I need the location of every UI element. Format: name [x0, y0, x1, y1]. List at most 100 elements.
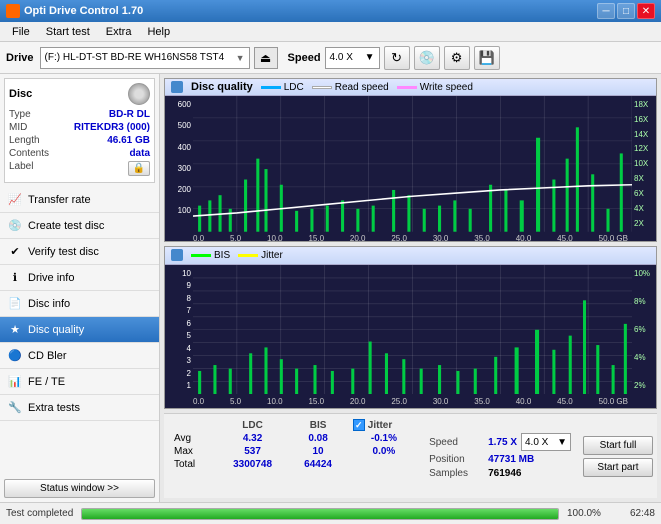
disc-label-row: Label 🔒: [9, 161, 150, 176]
chart2-inner: 10 9 8 7 6 5 4 3 2 1: [165, 265, 656, 395]
drive-label: Drive: [6, 52, 34, 64]
disc-lock-button[interactable]: 🔒: [128, 161, 150, 176]
avg-bis: 0.08: [289, 432, 346, 445]
status-percent: 100.0%: [567, 508, 607, 519]
chart-header-quality: Disc quality LDC Read speed Write speed: [165, 79, 656, 96]
stats-row-avg: Avg 4.32 0.08 -0.1%: [168, 432, 421, 445]
menu-file[interactable]: File: [4, 24, 38, 40]
jitter-checkbox[interactable]: ✓: [353, 419, 365, 431]
content-area: Disc quality LDC Read speed Write speed: [160, 74, 661, 502]
disc-label-label: Label: [9, 161, 33, 176]
chart1-body: 600 500 400 300 200 100: [165, 96, 656, 242]
legend-ldc-label: LDC: [284, 82, 304, 93]
position-val: 47731 MB: [488, 454, 534, 465]
disc-button[interactable]: 💿: [414, 46, 440, 70]
legend-write-label: Write speed: [420, 82, 473, 93]
chart1-svg: [193, 96, 632, 232]
max-bis: 10: [289, 445, 346, 458]
disc-contents-value: data: [129, 148, 150, 159]
chart1-y-axis-left: 600 500 400 300 200 100: [165, 96, 193, 232]
sidebar-item-cd-bler[interactable]: 🔵 CD Bler: [0, 343, 159, 369]
position-row: Position 47731 MB: [429, 454, 571, 465]
status-bar: Test completed 100.0% 62:48: [0, 502, 661, 524]
max-ldc: 537: [216, 445, 290, 458]
max-label: Max: [168, 445, 216, 458]
sidebar-item-label: Transfer rate: [28, 194, 91, 206]
chart-header-bis: BIS Jitter: [165, 247, 656, 265]
drive-select-arrow-icon: ▼: [236, 53, 245, 63]
transfer-rate-icon: 📈: [8, 193, 22, 207]
stats-table: LDC BIS ✓ Jitter Avg: [168, 418, 421, 494]
sidebar-item-transfer-rate[interactable]: 📈 Transfer rate: [0, 187, 159, 213]
legend-write-color: [397, 86, 417, 89]
legend-read-color: [312, 86, 332, 89]
fe-te-icon: 📊: [8, 375, 22, 389]
speed-val: 1.75 X: [488, 437, 517, 448]
settings-button[interactable]: ⚙: [444, 46, 470, 70]
toolbar: Drive (F:) HL-DT-ST BD-RE WH16NS58 TST4 …: [0, 42, 661, 74]
samples-val: 761946: [488, 468, 521, 479]
legend-read-label: Read speed: [335, 82, 389, 93]
verify-test-disc-icon: ✔: [8, 245, 22, 259]
sidebar-item-disc-info[interactable]: 📄 Disc info: [0, 291, 159, 317]
sidebar-item-drive-info[interactable]: ℹ Drive info: [0, 265, 159, 291]
status-window-button[interactable]: Status window >>: [4, 479, 155, 498]
avg-label: Avg: [168, 432, 216, 445]
drive-select[interactable]: (F:) HL-DT-ST BD-RE WH16NS58 TST4 ▼: [40, 47, 250, 69]
sidebar-item-label: Extra tests: [28, 402, 80, 414]
maximize-button[interactable]: □: [617, 3, 635, 19]
col-header-bis: BIS: [289, 418, 346, 432]
start-part-button[interactable]: Start part: [583, 458, 653, 477]
disc-contents-label: Contents: [9, 148, 49, 159]
legend-ldc-color: [261, 86, 281, 89]
menu-help[interactable]: Help: [139, 24, 178, 40]
main-area: Disc Type BD-R DL MID RITEKDR3 (000) Len…: [0, 74, 661, 502]
sidebar-item-create-test-disc[interactable]: 💿 Create test disc: [0, 213, 159, 239]
stats-row-max: Max 537 10 0.0%: [168, 445, 421, 458]
start-full-button[interactable]: Start full: [583, 436, 653, 455]
chart2-x-axis: 0.0 5.0 10.0 15.0 20.0 25.0 30.0 35.0 40…: [165, 394, 656, 408]
menu-bar: File Start test Extra Help: [0, 22, 661, 42]
menu-start-test[interactable]: Start test: [38, 24, 98, 40]
speed-label: Speed: [288, 52, 321, 64]
disc-panel-header: Disc: [9, 83, 150, 105]
disc-length-value: 46.61 GB: [107, 135, 150, 146]
chart2-y-axis-right: 10% 8% 6% 4% 2%: [632, 265, 656, 395]
disc-info-icon: 📄: [8, 297, 22, 311]
disc-type-row: Type BD-R DL: [9, 109, 150, 120]
menu-extra[interactable]: Extra: [98, 24, 140, 40]
chart1-main: [193, 96, 632, 232]
minimize-button[interactable]: ─: [597, 3, 615, 19]
legend-jitter: Jitter: [238, 250, 283, 261]
chart1-y-axis-right: 18X 16X 14X 12X 10X 8X 6X 4X 2X: [632, 96, 656, 232]
stats-row-total: Total 3300748 64424: [168, 458, 421, 471]
col-header-ldc: LDC: [216, 418, 290, 432]
sidebar-item-verify-test-disc[interactable]: ✔ Verify test disc: [0, 239, 159, 265]
create-test-disc-icon: 💿: [8, 219, 22, 233]
chart-header-icon: [171, 81, 183, 93]
refresh-button[interactable]: ↻: [384, 46, 410, 70]
chart2-body: 10 9 8 7 6 5 4 3 2 1: [165, 265, 656, 409]
max-jitter: 0.0%: [347, 445, 421, 458]
sidebar-nav: 📈 Transfer rate 💿 Create test disc ✔ Ver…: [0, 187, 159, 475]
sidebar: Disc Type BD-R DL MID RITEKDR3 (000) Len…: [0, 74, 160, 502]
eject-button[interactable]: ⏏: [254, 47, 278, 69]
total-bis: 64424: [289, 458, 346, 471]
disc-quality-icon: ★: [8, 323, 22, 337]
speed-select-stats[interactable]: 4.0 X ▼: [521, 433, 571, 451]
stats-right-section: Speed 1.75 X 4.0 X ▼ Position 47731 MB S…: [429, 418, 653, 494]
save-button[interactable]: 💾: [474, 46, 500, 70]
sidebar-item-disc-quality[interactable]: ★ Disc quality: [0, 317, 159, 343]
action-buttons: Start full Start part: [583, 436, 653, 477]
speed-select[interactable]: 4.0 X ▼: [325, 47, 380, 69]
sidebar-item-label: Disc info: [28, 298, 70, 310]
sidebar-item-fe-te[interactable]: 📊 FE / TE: [0, 369, 159, 395]
total-ldc: 3300748: [216, 458, 290, 471]
close-button[interactable]: ✕: [637, 3, 655, 19]
sidebar-item-extra-tests[interactable]: 🔧 Extra tests: [0, 395, 159, 421]
disc-length-row: Length 46.61 GB: [9, 135, 150, 146]
disc-contents-row: Contents data: [9, 148, 150, 159]
samples-row: Samples 761946: [429, 468, 571, 479]
legend-jitter-color: [238, 254, 258, 257]
legend-bis: BIS: [191, 250, 230, 261]
